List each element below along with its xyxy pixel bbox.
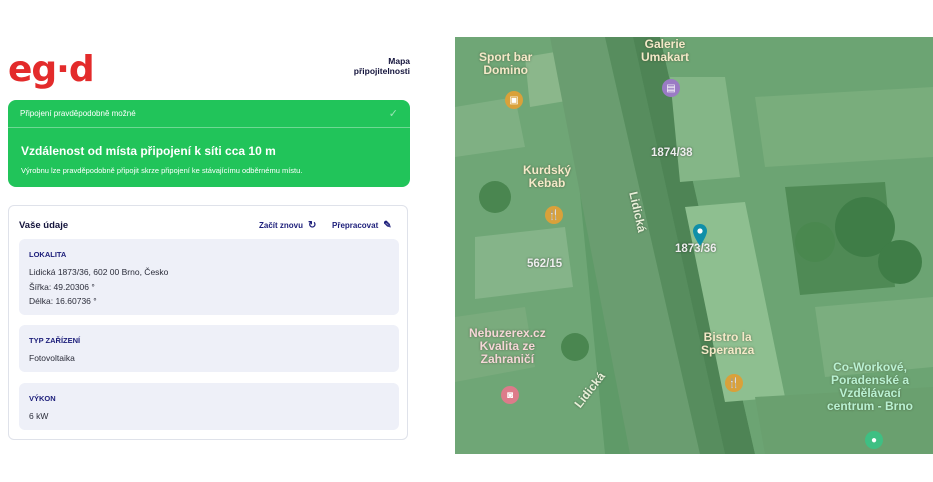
status-heading: Připojení pravděpodobně možné bbox=[20, 109, 136, 118]
house-number: 562/15 bbox=[527, 258, 563, 270]
device-type-block: TYP ZAŘÍZENÍ Fotovoltaika bbox=[19, 325, 399, 372]
map-label-bistro: Bistro la Speranza bbox=[701, 330, 755, 357]
power-label: VÝKON bbox=[29, 394, 56, 403]
device-type-value: Fotovoltaika bbox=[29, 353, 75, 363]
details-title: Vaše údaje bbox=[19, 220, 69, 231]
checkmark-icon: ✓ bbox=[388, 108, 398, 120]
map-label-nebuzerex: Nebuzerex.cz Kvalita ze Zahraničí bbox=[469, 326, 546, 366]
map-link[interactable]: Mapa připojitelnosti bbox=[330, 56, 410, 76]
location-block: LOKALITA Lidická 1873/36, 602 00 Brno, Č… bbox=[19, 239, 399, 315]
location-latitude: Šířka: 49.20306 ° bbox=[29, 281, 95, 292]
restart-label: Začít znovu bbox=[259, 221, 304, 230]
map-label-sport-bar: Sport bar Domino bbox=[479, 50, 533, 77]
recalculate-button[interactable]: Přepracovat ✎ bbox=[332, 220, 392, 231]
shop-icon[interactable]: ◙ bbox=[501, 386, 519, 404]
location-pin-icon[interactable] bbox=[693, 224, 707, 246]
satellite-map[interactable]: Sport bar Domino ▣ Galerie Umakart ▤ Kur… bbox=[455, 37, 933, 454]
pencil-icon: ✎ bbox=[383, 220, 392, 231]
location-longitude: Délka: 16.60736 ° bbox=[29, 296, 97, 306]
refresh-icon: ↻ bbox=[308, 220, 317, 231]
map-label-galerie: Galerie Umakart bbox=[641, 37, 690, 64]
status-description: Výrobnu lze pravděpodobně připojit skrze… bbox=[21, 166, 303, 175]
place-icon[interactable]: ● bbox=[865, 431, 883, 449]
restaurant-icon[interactable]: 🍴 bbox=[725, 374, 743, 392]
restart-button[interactable]: Začít znovu ↻ bbox=[259, 220, 316, 231]
gallery-icon[interactable]: ▤ bbox=[662, 79, 680, 97]
status-header: Připojení pravděpodobně možné ✓ bbox=[8, 100, 410, 128]
details-card: Vaše údaje Začít znovu ↻ Přepracovat ✎ L… bbox=[8, 205, 408, 440]
status-title: Vzdálenost od místa připojení k síti cca… bbox=[21, 144, 276, 158]
power-block: VÝKON 6 kW bbox=[19, 383, 399, 430]
house-number: 1874/38 bbox=[651, 147, 693, 159]
location-label: LOKALITA bbox=[29, 250, 67, 259]
bar-icon[interactable]: ▣ bbox=[505, 91, 523, 109]
device-type-label: TYP ZAŘÍZENÍ bbox=[29, 336, 81, 345]
restaurant-icon[interactable]: 🍴 bbox=[545, 206, 563, 224]
page: eg·d Mapa připojitelnosti Připojení prav… bbox=[0, 0, 933, 482]
map-label-kurdsky: Kurdský Kebab bbox=[523, 163, 572, 190]
egd-logo[interactable]: eg·d bbox=[8, 50, 95, 90]
status-panel: Připojení pravděpodobně možné ✓ Vzdáleno… bbox=[8, 100, 410, 187]
map-label-cowork: Co-Workové, Poradenské a Vzdělávací cent… bbox=[827, 360, 914, 413]
recalc-label: Přepracovat bbox=[332, 221, 379, 230]
power-value: 6 kW bbox=[29, 411, 49, 421]
location-address: Lidická 1873/36, 602 00 Brno, Česko bbox=[29, 267, 169, 277]
